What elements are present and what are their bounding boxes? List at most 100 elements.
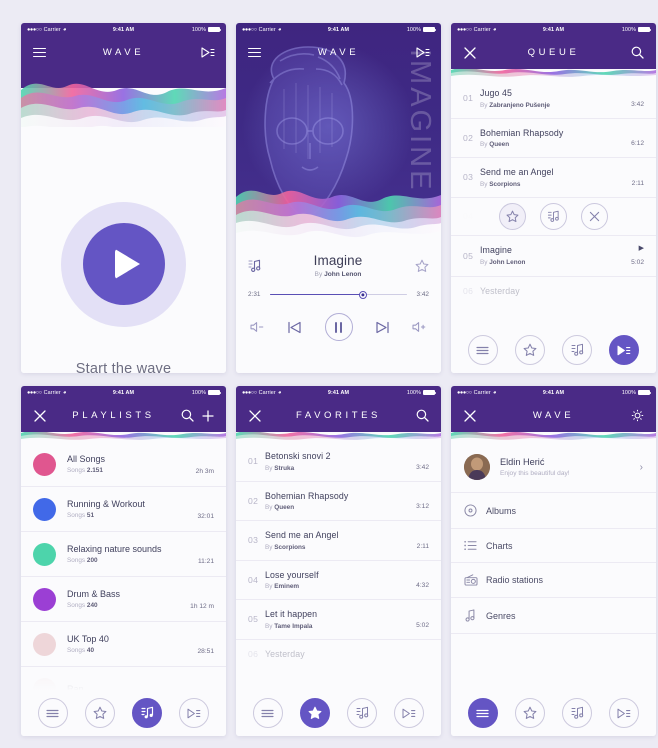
- menu-label: Radio stations: [486, 575, 544, 585]
- row-index: 01: [463, 93, 474, 104]
- chevron-right-icon[interactable]: ›: [640, 462, 643, 473]
- tab-favorites[interactable]: [299, 698, 330, 728]
- progress-knob[interactable]: [359, 290, 368, 299]
- next-track-icon[interactable]: [375, 321, 390, 334]
- row-title: Imagine: [480, 245, 512, 256]
- hamburger-icon[interactable]: [247, 45, 262, 60]
- cast-icon[interactable]: [415, 45, 430, 60]
- list-item[interactable]: 01 Jugo 45 By Zabranjeno Pušenje 3:42: [451, 79, 656, 119]
- tab-playlists[interactable]: [132, 698, 163, 728]
- gear-icon[interactable]: [630, 408, 645, 423]
- close-icon[interactable]: [462, 408, 477, 423]
- search-icon[interactable]: [415, 408, 430, 423]
- signal-icon: ●●●○○: [457, 389, 472, 396]
- transport-controls: [248, 313, 429, 341]
- list-item[interactable]: 06 Yesterday: [236, 640, 441, 668]
- clock: 9:41 AM: [112, 26, 135, 33]
- tab-playlists[interactable]: [562, 335, 593, 365]
- tab-playlists[interactable]: [562, 698, 593, 728]
- list-item[interactable]: 05 Let it happen By Tame Impala 5:02: [236, 600, 441, 640]
- list-item[interactable]: All Songs Songs 2.151 2h 3m: [21, 442, 226, 487]
- play-halo: [61, 201, 186, 327]
- menu-item-radio[interactable]: Radio stations: [451, 563, 656, 598]
- close-icon[interactable]: [32, 408, 47, 423]
- tab-queue[interactable]: [609, 335, 640, 365]
- close-icon[interactable]: [462, 45, 477, 60]
- splash-navbar: WAVE: [21, 36, 226, 69]
- cast-icon[interactable]: [200, 45, 215, 60]
- row-artist: By Zabranjeno Pušenje: [480, 101, 550, 109]
- previous-track-icon[interactable]: [287, 321, 302, 334]
- song-title: Imagine: [313, 253, 363, 268]
- playlist-note-icon[interactable]: [248, 259, 261, 273]
- playlists-navbar: PLAYLISTS: [21, 399, 226, 432]
- tab-favorites[interactable]: [514, 698, 545, 728]
- tab-favorites[interactable]: [84, 698, 115, 728]
- pause-button[interactable]: [324, 313, 353, 341]
- list-item-actions[interactable]: 04: [451, 197, 656, 236]
- list-item[interactable]: UK Top 40 Songs 40 28:51: [21, 622, 226, 667]
- list-item[interactable]: 02 Bohemian Rhapsody By Queen 3:12: [236, 482, 441, 521]
- remove-action[interactable]: [581, 202, 608, 230]
- queue-list: 01 Jugo 45 By Zabranjeno Pušenje 3:42 02…: [451, 79, 656, 305]
- clock: 9:41 AM: [112, 389, 135, 396]
- list-item[interactable]: 04 Lose yourself By Eminem 4:32: [236, 561, 441, 600]
- list-item[interactable]: 01 Betonski snovi 2 By Struka 3:42: [236, 442, 441, 482]
- menu-item-albums[interactable]: Albums: [451, 493, 656, 529]
- row-index: 02: [463, 132, 474, 143]
- playlists-list: All Songs Songs 2.151 2h 3m Running & Wo…: [21, 442, 226, 711]
- row-index: 06: [463, 285, 474, 296]
- tab-queue[interactable]: [609, 698, 640, 728]
- clock: 9:41 AM: [327, 26, 350, 33]
- list-item[interactable]: Relaxing nature sounds Songs 200 11:21: [21, 532, 226, 577]
- signal-icon: ●●●○○: [27, 389, 42, 396]
- favorite-action[interactable]: [499, 202, 526, 230]
- carrier-label: Carrier: [258, 389, 276, 396]
- search-icon[interactable]: [630, 45, 645, 60]
- clock: 9:41 AM: [542, 389, 565, 396]
- tab-menu[interactable]: [37, 698, 68, 728]
- menu-item-charts[interactable]: Charts: [451, 529, 656, 563]
- add-to-playlist-action[interactable]: [540, 202, 567, 230]
- list-item[interactable]: Drum & Bass Songs 240 1h 12 m: [21, 577, 226, 622]
- screen-splash: ●●●○○ Carrier ◕ 9:41 AM 100% WAVE Start …: [21, 23, 226, 373]
- star-icon[interactable]: [415, 259, 429, 273]
- tab-favorites[interactable]: [514, 335, 545, 365]
- row-title: Bohemian Rhapsody: [480, 127, 564, 138]
- row-title: Send me an Angel: [265, 530, 339, 540]
- playlist-count: Songs 240: [67, 602, 98, 610]
- hamburger-icon[interactable]: [32, 45, 47, 60]
- play-button[interactable]: [82, 223, 165, 305]
- list-item[interactable]: 06 Yesterday: [451, 277, 656, 305]
- carrier-label: Carrier: [258, 26, 276, 33]
- menu-item-genres[interactable]: Genres: [451, 598, 656, 634]
- progress-slider[interactable]: [270, 290, 407, 299]
- list-item[interactable]: 03 Send me an Angel By Scorpions 2:11: [451, 158, 656, 198]
- add-icon[interactable]: [200, 408, 215, 423]
- tab-menu[interactable]: [467, 698, 498, 728]
- tab-queue[interactable]: [394, 698, 425, 728]
- playlist-name: All Songs: [67, 453, 106, 464]
- profile-header[interactable]: Eldin Herić Enjoy this beautiful day! ›: [451, 442, 656, 493]
- battery-icon: [638, 27, 651, 32]
- wifi-icon: ◕: [277, 389, 282, 396]
- playlist-name: Relaxing nature sounds: [67, 543, 162, 554]
- row-index: 03: [463, 172, 474, 183]
- tab-playlists[interactable]: [347, 698, 378, 728]
- volume-up-icon[interactable]: [412, 321, 427, 333]
- screen-playlists: ●●●○○ Carrier ◕ 9:41 AM 100% PLAYLISTS A…: [21, 386, 226, 736]
- list-item[interactable]: 03 Send me an Angel By Scorpions 2:11: [236, 521, 441, 561]
- search-icon[interactable]: [180, 408, 195, 423]
- tab-menu[interactable]: [467, 335, 498, 365]
- signal-icon: ●●●○○: [242, 26, 257, 33]
- volume-down-icon[interactable]: [250, 321, 265, 333]
- battery-icon: [208, 390, 221, 395]
- page-title: WAVE: [532, 410, 575, 421]
- list-item[interactable]: 02 Bohemian Rhapsody By Queen 6:12: [451, 119, 656, 158]
- list-item-playing[interactable]: 05 Imagine By John Lenon ▶ 5:02: [451, 236, 656, 277]
- tab-queue[interactable]: [179, 698, 210, 728]
- tab-menu[interactable]: [252, 698, 283, 728]
- list-item[interactable]: Running & Workout Songs 51 32:01: [21, 487, 226, 532]
- splash-body: Start the wave: [21, 127, 226, 373]
- close-icon[interactable]: [247, 408, 262, 423]
